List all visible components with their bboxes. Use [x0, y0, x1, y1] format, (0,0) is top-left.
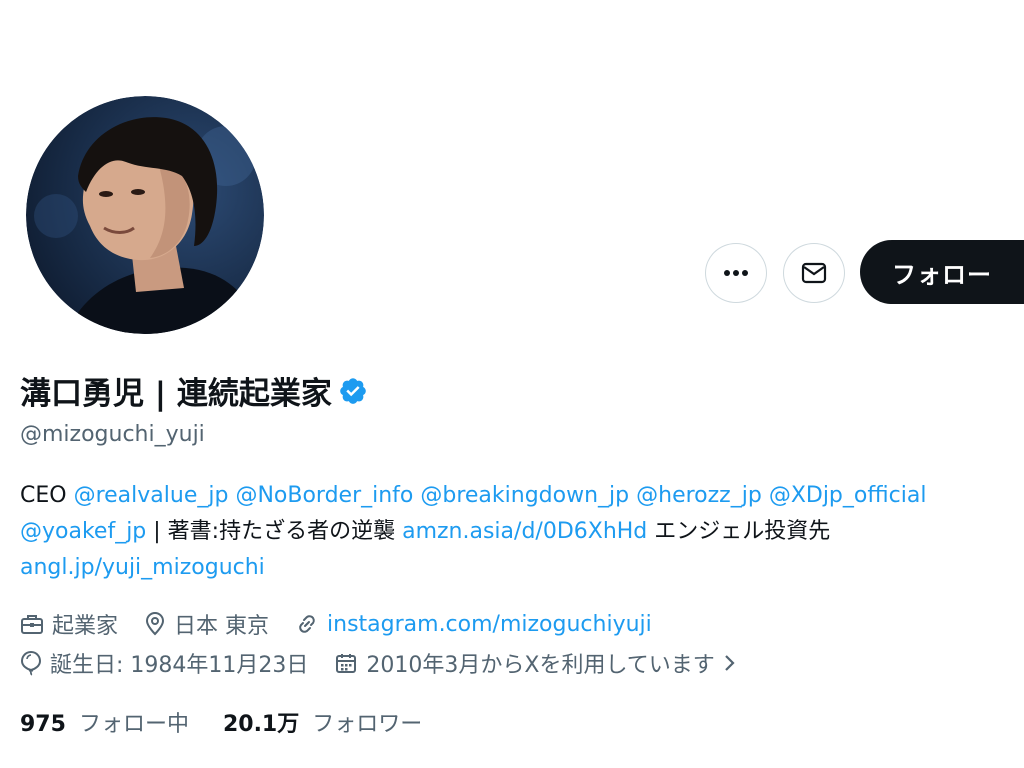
profession-text: 起業家 [52, 614, 119, 639]
follow-stats: 975 フォロー中 20.1万 フォロワー [20, 706, 456, 738]
website-link[interactable]: instagram.com/mizoguchiyuji [327, 612, 652, 637]
bio-link[interactable]: @XDjp_official [769, 483, 927, 508]
joined-text: 2010年3月からXを利用しています [366, 653, 715, 678]
bio-link[interactable]: @realvalue_jp [74, 483, 229, 508]
following-label: フォロー中 [78, 712, 189, 737]
profile-page: フォロー 溝口勇児 | 連続起業家 @mizoguchi_yuji CEO @r… [0, 0, 1024, 768]
profile-meta-row-1: 起業家 日本 東京 instagram.com/mizoguchiyuji [20, 608, 678, 640]
birthday-item: 誕生日: 1984年11月23日 [20, 647, 308, 679]
more-dots-icon [724, 270, 748, 276]
calendar-icon [336, 654, 357, 673]
followers-stat[interactable]: 20.1万 フォロワー [223, 706, 422, 738]
following-stat[interactable]: 975 フォロー中 [20, 706, 189, 738]
followers-count: 20.1万 [222, 712, 300, 737]
profile-name-row: 溝口勇児 | 連続起業家 [20, 368, 368, 413]
balloon-icon [20, 650, 42, 676]
bio-line: @yoakef_jp | 著書:持たざる者の逆襲 amzn.asia/d/0D6… [20, 514, 1020, 550]
location-pin-icon [146, 612, 165, 636]
bio-line: angl.jp/yuji_mizoguchi [20, 550, 1020, 586]
bio-link[interactable]: angl.jp/yuji_mizoguchi [20, 555, 265, 580]
profile-avatar[interactable] [26, 96, 264, 334]
website-item[interactable]: instagram.com/mizoguchiyuji [295, 612, 652, 637]
bio-text: CEO [20, 483, 74, 508]
bio-text [762, 483, 769, 508]
bio-link[interactable]: @breakingdown_jp [420, 483, 629, 508]
profile-meta-row-2: 誕生日: 1984年11月23日 2010年3月からXを利用しています [20, 647, 763, 679]
profession-item: 起業家 [20, 608, 118, 640]
profile-bio: CEO @realvalue_jp @NoBorder_info @breaki… [20, 478, 1020, 586]
location-item: 日本 東京 [144, 608, 269, 640]
link-icon [299, 615, 315, 633]
followers-label: フォロワー [312, 712, 423, 737]
bio-link[interactable]: @NoBorder_info [235, 483, 413, 508]
follow-button-label: フォロー [892, 260, 992, 289]
bio-link[interactable]: @herozz_jp [636, 483, 762, 508]
envelope-icon [801, 262, 827, 284]
bio-link[interactable]: @yoakef_jp [20, 519, 146, 544]
joined-item[interactable]: 2010年3月からXを利用しています [334, 647, 736, 679]
display-name: 溝口勇児 | 連続起業家 [20, 376, 332, 412]
bio-line: CEO @realvalue_jp @NoBorder_info @breaki… [20, 478, 1020, 514]
birthday-text: 誕生日: 1984年11月23日 [50, 653, 309, 678]
bio-link[interactable]: amzn.asia/d/0D6XhHd [402, 519, 647, 544]
follow-button[interactable]: フォロー [860, 240, 1024, 304]
verified-badge-icon[interactable] [338, 376, 368, 406]
chevron-right-icon [725, 655, 735, 671]
briefcase-icon [21, 615, 43, 634]
avatar-photo [26, 96, 264, 334]
bio-text: | 著書:持たざる者の逆襲 [146, 519, 403, 544]
bio-text: エンジェル投資先 [647, 519, 831, 544]
location-text: 日本 東京 [174, 614, 270, 639]
message-button[interactable] [783, 243, 845, 303]
user-handle: @mizoguchi_yuji [20, 422, 205, 447]
more-button[interactable] [705, 243, 767, 303]
following-count: 975 [20, 712, 66, 737]
